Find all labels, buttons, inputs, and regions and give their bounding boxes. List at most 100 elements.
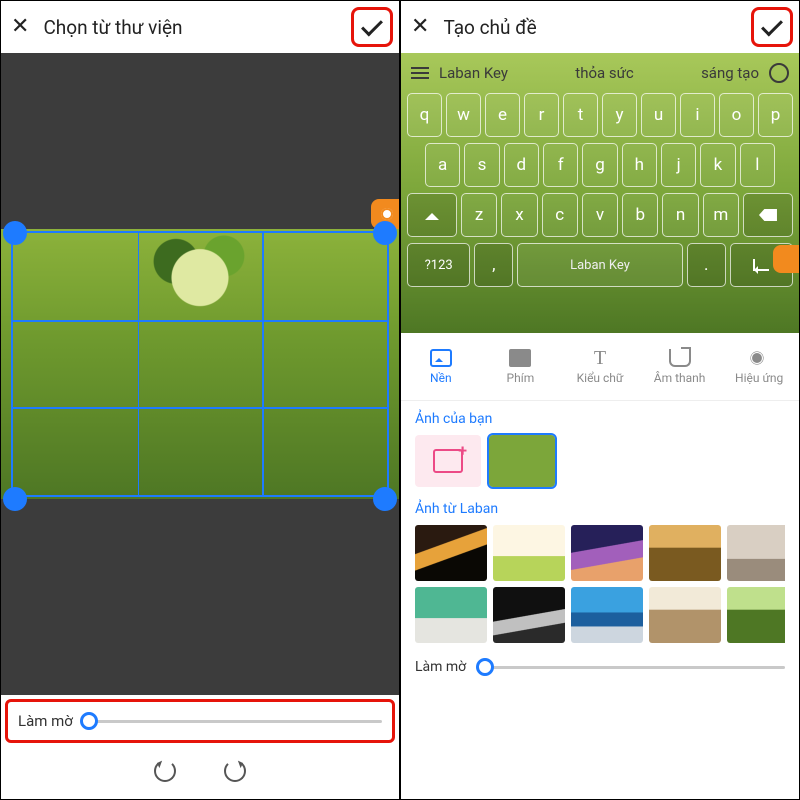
gallery-thumb[interactable]	[571, 525, 643, 581]
gallery-thumb[interactable]	[493, 525, 565, 581]
key-shift[interactable]	[407, 193, 457, 237]
crop-grid[interactable]	[11, 231, 389, 497]
confirm-button[interactable]	[351, 7, 393, 47]
sparkle-icon	[748, 349, 770, 367]
confirm-button[interactable]	[751, 7, 793, 47]
rotate-cw-icon[interactable]	[224, 760, 246, 782]
key-u[interactable]: u	[641, 93, 676, 137]
tab-effects[interactable]: Hiệu ứng	[719, 349, 799, 385]
key-w[interactable]: w	[446, 93, 481, 137]
gallery-thumb[interactable]	[415, 525, 487, 581]
key-m[interactable]: m	[703, 193, 739, 237]
crop-canvas[interactable]	[1, 53, 399, 695]
menu-icon[interactable]	[411, 67, 429, 79]
section-title: Ảnh từ Laban	[415, 501, 785, 517]
key-y[interactable]: y	[602, 93, 637, 137]
enter-icon	[753, 259, 769, 271]
crop-handle-bl[interactable]	[3, 487, 27, 511]
check-icon	[761, 14, 783, 36]
emoji-icon[interactable]	[769, 63, 789, 83]
rotate-ccw-icon[interactable]	[154, 760, 176, 782]
key-symbols[interactable]: ?123	[407, 243, 470, 287]
close-icon[interactable]: ✕	[11, 16, 29, 38]
tab-label: Nền	[430, 371, 452, 385]
key-backspace[interactable]	[743, 193, 793, 237]
key-x[interactable]: x	[501, 193, 537, 237]
key-d[interactable]: d	[504, 143, 539, 187]
crop-handle-tl[interactable]	[3, 221, 27, 245]
right-title: Tạo chủ đề	[443, 16, 536, 39]
camera-badge-icon[interactable]	[773, 245, 800, 273]
blur-slider[interactable]	[476, 666, 785, 669]
key-z[interactable]: z	[461, 193, 497, 237]
gallery-thumb[interactable]	[727, 525, 785, 581]
key-i[interactable]: i	[680, 93, 715, 137]
section-title: Ảnh của bạn	[415, 411, 785, 427]
key-s[interactable]: s	[464, 143, 499, 187]
tab-label: Hiệu ứng	[735, 371, 783, 385]
tab-font[interactable]: T Kiểu chữ	[560, 349, 640, 385]
square-icon	[509, 349, 531, 367]
key-f[interactable]: f	[543, 143, 578, 187]
right-pane: ✕ Tạo chủ đề Laban Key thỏa sức sáng tạo…	[400, 0, 800, 800]
key-q[interactable]: q	[407, 93, 442, 137]
theme-tabs: Nền Phím T Kiểu chữ Âm thanh Hiệu ứng	[401, 333, 799, 401]
key-comma[interactable]: ,	[474, 243, 513, 287]
gallery-thumb[interactable]	[649, 525, 721, 581]
suggestion-word[interactable]: sáng tạo	[701, 64, 759, 82]
gallery-thumb[interactable]	[649, 587, 721, 643]
suggestion-word[interactable]: thỏa sức	[575, 64, 633, 82]
left-titlebar: ✕ Chọn từ thư viện	[1, 1, 399, 53]
key-r[interactable]: r	[524, 93, 559, 137]
key-space[interactable]: Laban Key	[517, 243, 683, 287]
key-e[interactable]: e	[485, 93, 520, 137]
backspace-icon	[759, 209, 777, 221]
key-o[interactable]: o	[719, 93, 754, 137]
keyboard-row-2: a s d f g h j k l	[407, 143, 793, 187]
crop-handle-tr[interactable]	[373, 221, 397, 245]
music-note-icon	[669, 349, 691, 367]
gallery-thumb[interactable]	[571, 587, 643, 643]
key-j[interactable]: j	[661, 143, 696, 187]
key-l[interactable]: l	[740, 143, 775, 187]
tab-label: Âm thanh	[654, 371, 706, 385]
gallery-thumb[interactable]	[493, 587, 565, 643]
tab-label: Phím	[507, 371, 535, 385]
key-h[interactable]: h	[622, 143, 657, 187]
laban-photos-section: Ảnh từ Laban	[401, 491, 799, 651]
gallery-thumb[interactable]	[727, 587, 785, 643]
close-icon[interactable]: ✕	[411, 16, 429, 38]
right-titlebar: ✕ Tạo chủ đề	[401, 1, 799, 53]
gallery-thumb[interactable]	[415, 587, 487, 643]
key-n[interactable]: n	[662, 193, 698, 237]
blur-label: Làm mờ	[415, 659, 466, 675]
key-a[interactable]: a	[425, 143, 460, 187]
blur-slider[interactable]	[83, 720, 382, 723]
left-title: Chọn từ thư viện	[43, 16, 182, 39]
key-v[interactable]: v	[582, 193, 618, 237]
key-period[interactable]: .	[687, 243, 726, 287]
key-c[interactable]: c	[542, 193, 578, 237]
slider-thumb[interactable]	[80, 712, 98, 730]
key-t[interactable]: t	[563, 93, 598, 137]
add-photo-button[interactable]	[415, 435, 481, 487]
keyboard-row-1: q w e r t y u i o p	[407, 93, 793, 137]
keyboard-row-4: ?123 , Laban Key .	[407, 243, 793, 287]
key-b[interactable]: b	[622, 193, 658, 237]
keyboard-preview: Laban Key thỏa sức sáng tạo q w e r t y …	[401, 53, 799, 333]
check-icon	[361, 14, 383, 36]
tab-background[interactable]: Nền	[401, 349, 481, 385]
user-photo-thumb[interactable]	[489, 435, 555, 487]
blur-label: Làm mờ	[18, 712, 73, 730]
suggestion-word[interactable]: Laban Key	[439, 64, 508, 82]
tab-keys[interactable]: Phím	[481, 349, 561, 385]
suggestion-bar: Laban Key thỏa sức sáng tạo	[401, 53, 799, 93]
key-p[interactable]: p	[758, 93, 793, 137]
image-icon	[430, 349, 452, 367]
crop-handle-br[interactable]	[373, 487, 397, 511]
key-g[interactable]: g	[582, 143, 617, 187]
tab-sound[interactable]: Âm thanh	[640, 349, 720, 385]
keyboard-row-3: z x c v b n m	[407, 193, 793, 237]
key-k[interactable]: k	[700, 143, 735, 187]
slider-thumb[interactable]	[476, 658, 494, 676]
